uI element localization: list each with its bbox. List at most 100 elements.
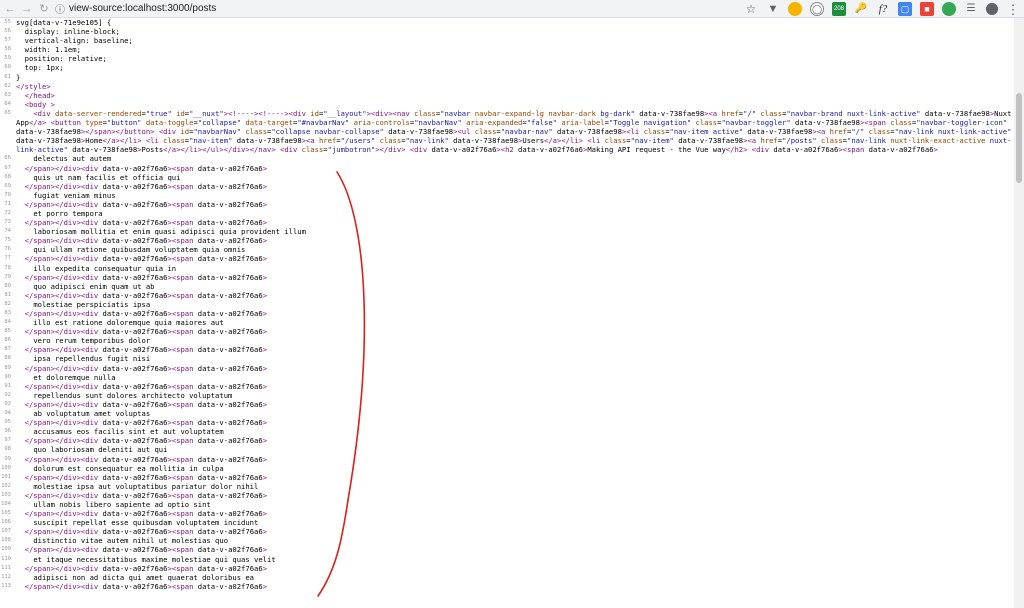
source-line: 92 repellendus sunt dolores architecto v… [0,391,1014,400]
line-number: 102 [1,482,11,489]
source-line: 72 et porro tempora [0,209,1014,218]
line-code: display: inline-block; [16,27,120,37]
line-code: </span></div><div data-v-a02f76a6><span … [24,418,268,428]
line-number: 82 [4,300,11,307]
source-line: 83 </span></div><div data-v-a02f76a6><sp… [0,309,1014,318]
line-code: </span></div><div data-v-a02f76a6><span … [24,563,268,573]
forward-arrow-icon[interactable]: → [20,2,34,16]
source-line: 70 fugiat veniam minus [0,191,1014,200]
info-icon[interactable]: ⓘ [55,1,65,16]
source-line: 99 </span></div><div data-v-a02f76a6><sp… [0,455,1014,464]
source-line: 71 </span></div><div data-v-a02f76a6><sp… [0,200,1014,209]
badge-208-icon[interactable]: 208 [832,2,846,16]
source-line: 98 quo laboriosam deleniti aut qui [0,445,1014,454]
source-line: 108 distinctio vitae autem nihil ut mole… [0,536,1014,545]
line-code: </span></div><div data-v-a02f76a6><span … [24,181,268,191]
extension-icon[interactable] [942,2,956,16]
key-icon[interactable]: 🔑 [854,2,868,16]
scrollbar-thumb[interactable] [1016,93,1022,183]
source-line: 82 molestiae perspiciatis ipsa [0,300,1014,309]
line-number: 112 [1,573,11,580]
line-code: </span></div><div data-v-a02f76a6><span … [24,254,268,264]
source-line: 84 illo est ratione doloremque quia maio… [0,318,1014,327]
source-line: 105 </span></div><div data-v-a02f76a6><s… [0,509,1014,518]
source-line: 58 width: 1.1em; [0,45,1014,54]
line-code: adipisci non ad dicta qui amet quaerat d… [16,572,255,582]
source-line: 86 vero rerum temporibus dolor [0,336,1014,345]
line-code: fugiat veniam minus [16,190,116,200]
source-line: 61} [0,73,1014,82]
line-code: </span></div><div data-v-a02f76a6><span … [24,272,268,282]
source-line: 94 ab voluptatum amet voluptas [0,409,1014,418]
line-code: </span></div><div data-v-a02f76a6><span … [24,454,268,464]
line-number: 83 [4,310,11,316]
line-code: et porro tempora [16,208,103,218]
line-code: ab voluptatum amet voluptas [16,409,151,419]
line-code: suscipit repellat esse quibusdam volupta… [16,518,259,528]
line-number: 57 [4,37,11,44]
source-line: 110 et itaque necessitatibus maxime mole… [0,555,1014,564]
source-line: 80 quo adipisci enim quam ut ab [0,282,1014,291]
line-code: ipsa repellendus fugit nisi [16,354,151,364]
line-code: quo adipisci enim quam ut ab [16,281,155,291]
line-number: 110 [1,555,11,562]
puzzle-icon[interactable]: ☰ [964,2,978,16]
source-line: 77 </span></div><div data-v-a02f76a6><sp… [0,254,1014,263]
source-line: 63 </head> [0,91,1014,100]
profile-avatar[interactable] [986,3,998,15]
capture-icon[interactable]: ■ [920,2,934,16]
line-code: ullam nobis libero sapiente ad optio sin… [16,499,211,509]
formula-icon[interactable]: f? [876,2,890,16]
line-code: accusamus eos facilis sint et aut volupt… [16,427,224,437]
source-line: 96 accusamus eos facilis sint et aut vol… [0,427,1014,436]
line-number: 68 [4,173,11,180]
line-number: 104 [1,500,11,507]
line-code: vertical-align: baseline; [16,36,133,46]
source-line: 100 dolorum est consequatur ea mollitia … [0,464,1014,473]
line-number: 58 [4,46,11,53]
line-code: repellendus sunt dolores architecto volu… [16,390,233,400]
back-arrow-icon[interactable]: ← [3,2,17,16]
line-number: 87 [4,346,11,353]
line-number: 56 [4,28,11,35]
line-number: 61 [4,73,11,80]
line-code: position: relative; [16,54,107,64]
globe-icon[interactable]: ◯ [810,2,824,16]
menu-dots-icon[interactable]: ⋮ [1006,2,1020,16]
address-bar[interactable]: ⓘ view-source:localhost:3000/posts [55,2,835,16]
screenshot-icon[interactable]: ▢ [898,2,912,16]
source-line: 91 </span></div><div data-v-a02f76a6><sp… [0,382,1014,391]
source-line: 57 vertical-align: baseline; [0,36,1014,45]
source-line: 78 illo expedita consequatur quia in [0,264,1014,273]
line-code: molestiae ipsa aut voluptatibus pariatur… [16,481,259,491]
line-code: </span></div><div data-v-a02f76a6><span … [24,581,268,591]
vertical-scrollbar[interactable] [1014,18,1024,608]
line-number: 97 [4,437,11,444]
line-code: molestiae perspiciatis ipsa [16,299,151,309]
source-line: 97 </span></div><div data-v-a02f76a6><sp… [0,436,1014,445]
line-number: 96 [4,428,11,435]
source-line: 113 </span></div><div data-v-a02f76a6><s… [0,582,1014,591]
reload-icon[interactable]: ↻ [37,2,51,16]
line-number: 70 [4,191,11,198]
source-line: 68 quis ut nam facilis et officia qui [0,173,1014,182]
source-line: 106 suscipit repellat esse quibusdam vol… [0,518,1014,527]
chrome-icon[interactable] [788,2,802,16]
line-code: </span></div><div data-v-a02f76a6><span … [24,218,268,228]
line-number: 69 [4,182,11,189]
line-code: illo est ratione doloremque quia maiores… [16,318,224,328]
line-number: 77 [4,255,11,262]
line-code: </style> [16,81,51,91]
vue-devtools-icon[interactable]: ▼ [766,2,780,16]
line-code: </span></div><div data-v-a02f76a6><span … [24,527,268,537]
source-line: 93 </span></div><div data-v-a02f76a6><sp… [0,400,1014,409]
line-number: 91 [4,382,11,389]
line-number: 94 [4,410,11,417]
line-number: 81 [4,291,11,298]
line-code: <body > [24,99,55,109]
line-number: 63 [4,91,11,98]
source-line: 89 </span></div><div data-v-a02f76a6><sp… [0,364,1014,373]
line-number: 84 [4,319,11,326]
line-code: </span></div><div data-v-a02f76a6><span … [24,436,268,446]
star-icon[interactable]: ☆ [744,2,758,16]
